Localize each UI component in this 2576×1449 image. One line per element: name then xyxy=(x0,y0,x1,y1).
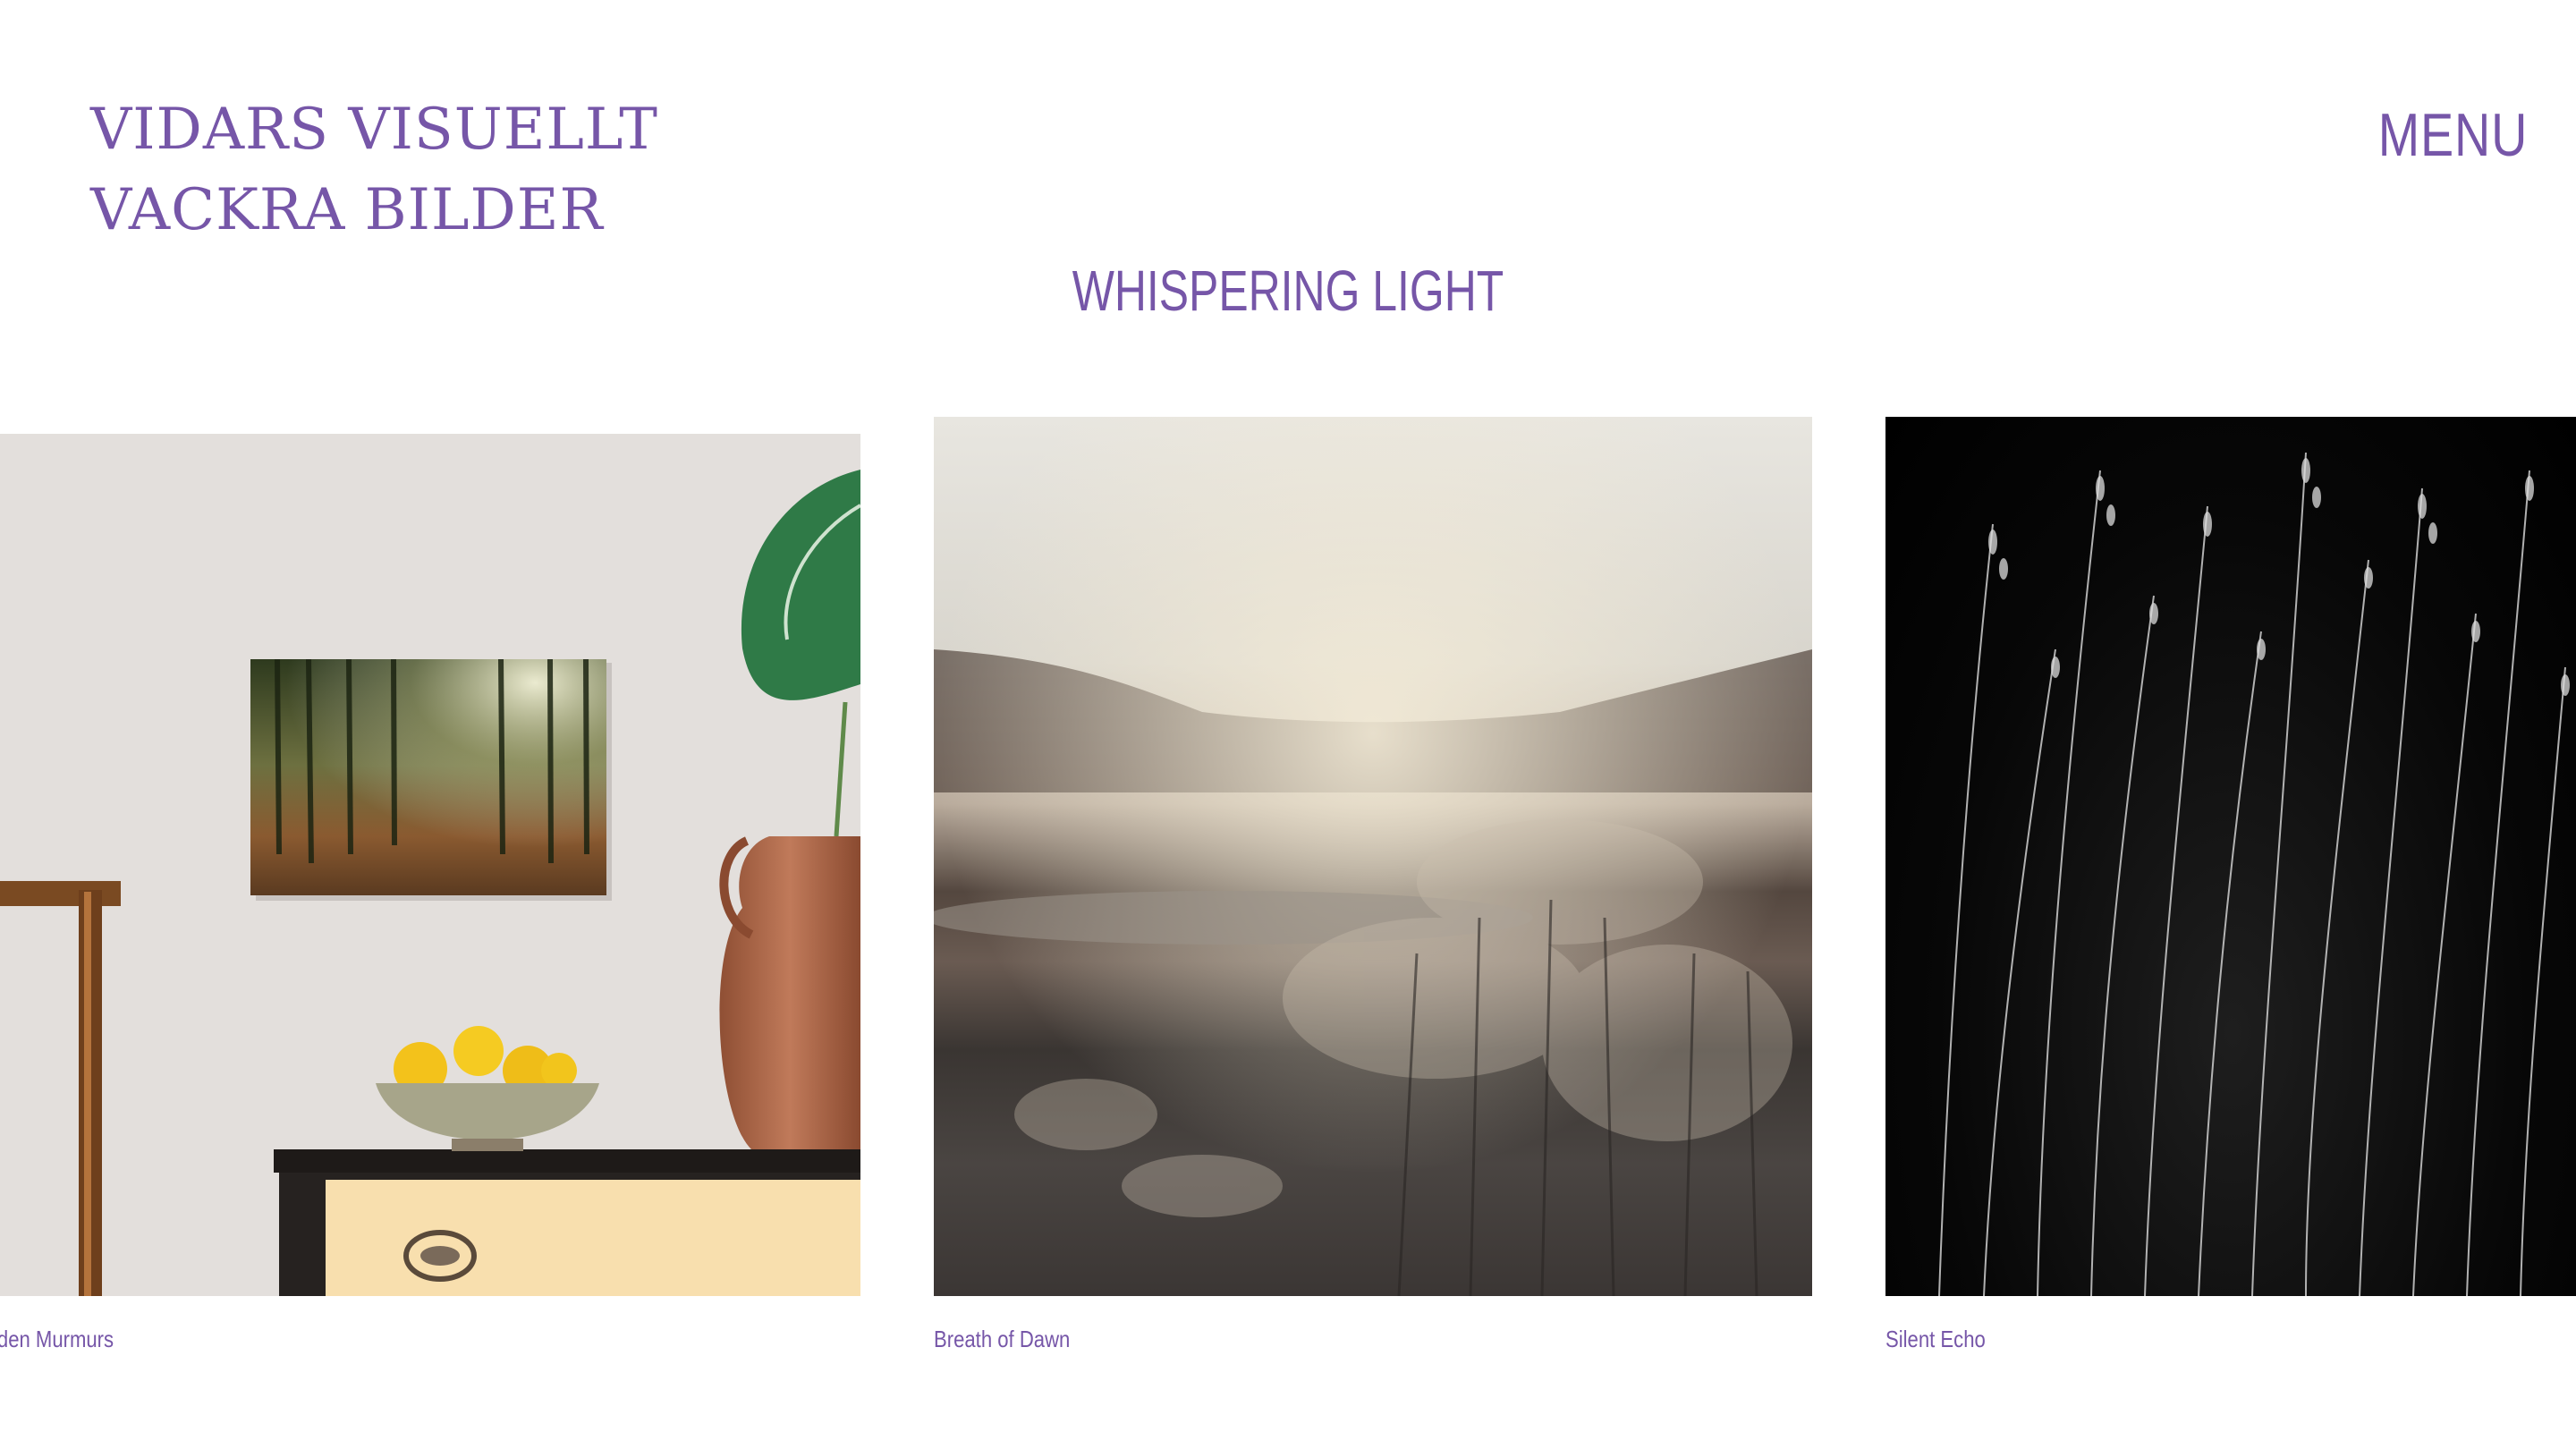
gallery-item-image[interactable] xyxy=(934,417,1812,1296)
menu-button[interactable]: MENU xyxy=(2378,100,2528,170)
logo-line-1: VIDARS VISUELLT xyxy=(90,97,658,163)
gallery-item-caption[interactable]: Breath of Dawn xyxy=(934,1326,1070,1353)
site-logo[interactable]: VIDARS VISUELLT VACKRA BILDER xyxy=(90,89,658,250)
gallery-item-caption[interactable]: lden Murmurs xyxy=(0,1326,114,1353)
gallery-item-image[interactable] xyxy=(0,434,860,1296)
logo-line-2: VACKRA BILDER xyxy=(90,177,604,243)
room-scene-illustration xyxy=(0,434,860,1296)
dawn-landscape-illustration xyxy=(934,417,1812,1296)
gallery-item-image[interactable] xyxy=(1885,417,2576,1296)
gallery-item-caption[interactable]: Silent Echo xyxy=(1885,1326,1986,1353)
grass-silhouette-illustration xyxy=(1938,452,2570,1296)
gallery-title: WHISPERING LIGHT xyxy=(1072,258,1504,323)
